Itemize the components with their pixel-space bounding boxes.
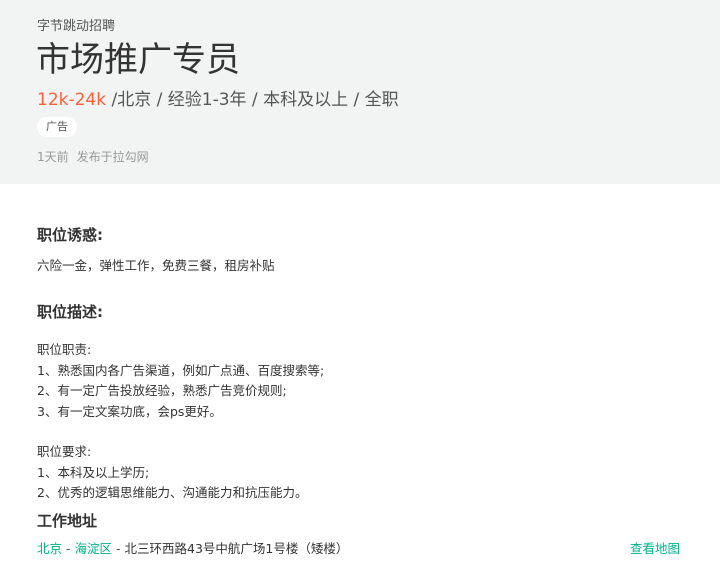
publish-time: 1天前 bbox=[37, 150, 69, 164]
address-separator: - bbox=[116, 541, 121, 556]
description-title: 职位描述: bbox=[37, 303, 103, 321]
job-description: 职位职责: 1、熟悉国内各广告渠道，例如广点通、百度搜索等; 2、有一定广告投放… bbox=[37, 340, 324, 504]
salary: 12k-24k bbox=[37, 90, 107, 110]
job-type: 全职 bbox=[364, 90, 399, 110]
perks-title: 职位诱惑: bbox=[37, 226, 103, 244]
duty-item: 3、有一定文案功底，会ps更好。 bbox=[37, 403, 222, 419]
job-meta: 12k-24k /北京 / 经验1-3年 / 本科及以上 / 全职 bbox=[37, 88, 399, 112]
publish-info: 1天前 发布于拉勾网 bbox=[37, 148, 149, 165]
job-title: 市场推广专员 bbox=[36, 40, 240, 80]
duty-item: 1、熟悉国内各广告渠道，例如广点通、百度搜索等; bbox=[37, 362, 325, 378]
perks-text: 六险一金，弹性工作，免费三餐，租房补贴 bbox=[37, 258, 275, 273]
company-name[interactable]: 字节跳动招聘 bbox=[37, 15, 115, 34]
duties-title: 职位职责: bbox=[37, 342, 92, 357]
address-city-link[interactable]: 北京 bbox=[37, 541, 62, 556]
address-detail: 北三环西路43号中航广场1号楼（矮楼） bbox=[124, 541, 349, 556]
duty-item: 2、有一定广告投放经验，熟悉广告竞价规则; bbox=[37, 383, 287, 398]
job-experience: 经验1-3年 / bbox=[167, 90, 258, 110]
view-map-link[interactable]: 查看地图 bbox=[630, 539, 680, 559]
requirements-title: 职位要求: bbox=[37, 444, 92, 459]
requirement-item: 2、优秀的逻辑思维能力、沟通能力和抗压能力。 bbox=[37, 485, 308, 500]
work-address: 北京 - 海淀区 - 北三环西路43号中航广场1号楼（矮楼） 查看地图 bbox=[37, 539, 680, 559]
address-title: 工作地址 bbox=[37, 512, 98, 530]
address-separator: - bbox=[66, 541, 71, 556]
publish-source: 发布于拉勾网 bbox=[76, 150, 149, 164]
job-location: /北京 / bbox=[111, 90, 163, 110]
job-header: 字节跳动招聘 市场推广专员 12k-24k /北京 / 经验1-3年 / 本科及… bbox=[0, 0, 720, 184]
requirement-item: 1、本科及以上学历; bbox=[37, 464, 150, 480]
job-education: 本科及以上 / bbox=[263, 90, 360, 110]
address-district-link[interactable]: 海淀区 bbox=[75, 541, 113, 556]
job-tag[interactable]: 广告 bbox=[37, 117, 77, 137]
